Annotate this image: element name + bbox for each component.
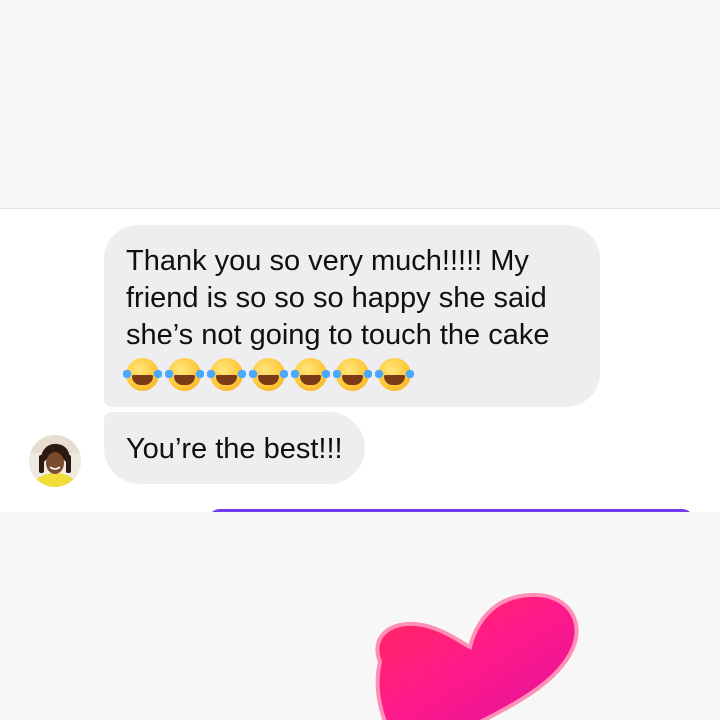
message-line: Thank you so very much!!!!! My: [126, 245, 529, 277]
face-with-tears-of-joy-icon: [333, 358, 372, 391]
face-with-tears-of-joy-icon: [375, 358, 414, 391]
message-bubble-incoming[interactable]: You’re the best!!!: [104, 412, 365, 484]
face-with-tears-of-joy-icon: [207, 358, 246, 391]
message-bubble-incoming[interactable]: Thank you so very much!!!!! My friend is…: [104, 225, 600, 407]
face-with-tears-of-joy-icon: [123, 358, 162, 391]
message-line: she’s not going to touch the cake: [126, 319, 550, 351]
message-text: You’re the best!!!: [126, 433, 343, 465]
heart-icon: [360, 592, 590, 720]
message-line: friend is so so so happy she said: [126, 282, 547, 314]
face-with-tears-of-joy-icon: [249, 358, 288, 391]
chat-thread[interactable]: Thank you so very much!!!!! My friend is…: [0, 209, 720, 512]
bottom-blank-area: [0, 512, 720, 720]
top-blank-area: [0, 0, 720, 208]
face-with-tears-of-joy-icon: [165, 358, 204, 391]
emoji-row: [123, 358, 578, 391]
avatar[interactable]: [29, 435, 81, 487]
face-with-tears-of-joy-icon: [291, 358, 330, 391]
